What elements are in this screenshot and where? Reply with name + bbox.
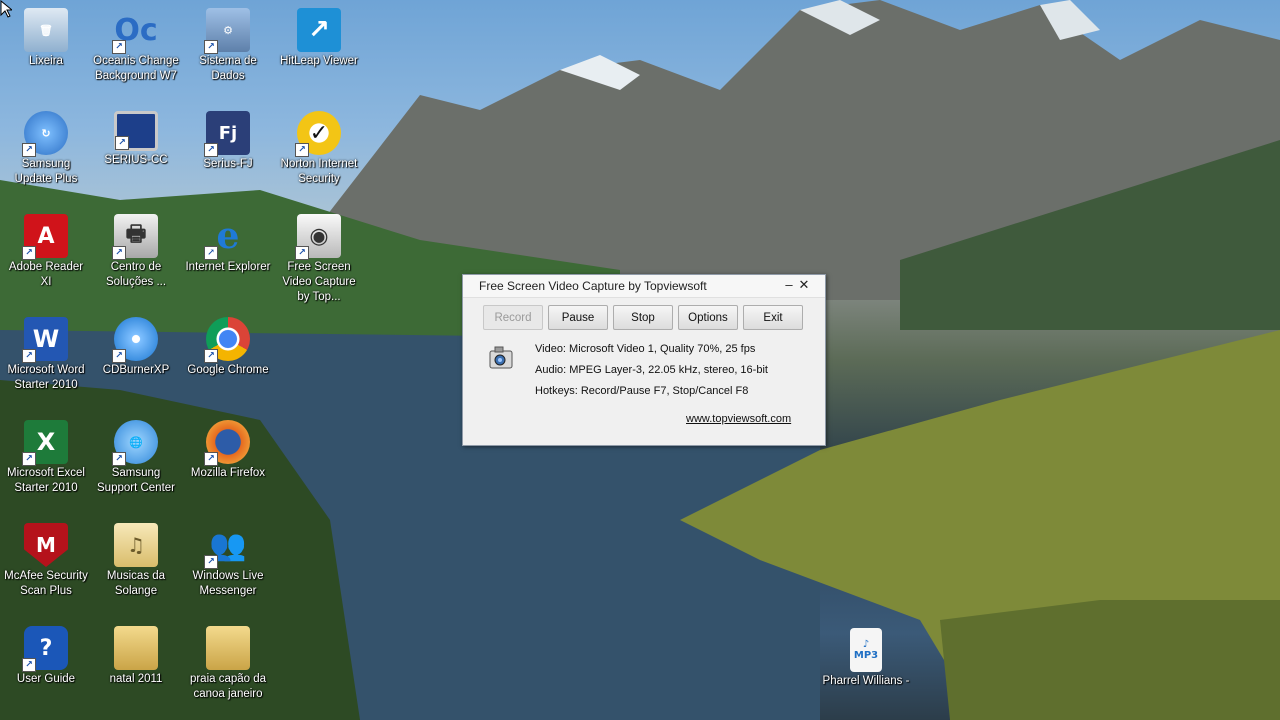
desktop-icon-hitleap[interactable]: ↗ HitLeap Viewer xyxy=(273,4,365,104)
record-button[interactable]: Record xyxy=(483,305,543,330)
adobe-reader-icon: A ↗ xyxy=(22,214,68,260)
icon-label: Sistema de Dados xyxy=(199,55,257,82)
options-button[interactable]: Options xyxy=(678,305,738,330)
desktop-icon-samsung-support[interactable]: 🌐 ↗ Samsung Support Center xyxy=(90,416,182,516)
desktop-icon-serius-cc[interactable]: ↗ SERIUS-CC xyxy=(90,107,182,207)
hotkeys-info: Hotkeys: Record/Pause F7, Stop/Cancel F8 xyxy=(535,385,749,397)
camera-icon xyxy=(487,345,515,371)
desktop: 🗑 Lixeira Oc ↗ Oceanis Change Background … xyxy=(0,0,1280,720)
icon-label: Centro de Soluções ... xyxy=(105,261,167,288)
desktop-icon-free-screen-video[interactable]: ◉ ↗ Free Screen Video Capture by Top... xyxy=(273,210,365,310)
website-link[interactable]: www.topviewsoft.com xyxy=(686,413,791,425)
desktop-icon-firefox[interactable]: ↗ Mozilla Firefox xyxy=(182,416,274,516)
desktop-icon-samsung-update[interactable]: ↻ ↗ Samsung Update Plus xyxy=(0,107,92,207)
stop-button[interactable]: Stop xyxy=(613,305,673,330)
desktop-icon-word[interactable]: W ↗ Microsoft Word Starter 2010 xyxy=(0,313,92,413)
mp3-file-icon: ♪ MP3 xyxy=(850,628,882,672)
chrome-icon: ↗ xyxy=(204,317,250,363)
hitleap-icon: ↗ xyxy=(297,8,341,52)
icon-label: SERIUS-CC xyxy=(104,154,168,166)
monitor-icon: ↗ xyxy=(114,111,158,151)
desktop-icon-serius-fj[interactable]: Fj ↗ Serius-FJ xyxy=(182,107,274,207)
desktop-icon-natal-2011[interactable]: natal 2011 xyxy=(90,622,182,720)
pause-button[interactable]: Pause xyxy=(548,305,608,330)
excel-icon: X ↗ xyxy=(22,420,68,466)
desktop-icon-google-chrome[interactable]: ↗ Google Chrome xyxy=(182,313,274,413)
desktop-icon-oceanis[interactable]: Oc ↗ Oceanis Change Background W7 xyxy=(90,4,182,104)
icon-label: HitLeap Viewer xyxy=(280,55,358,67)
desktop-icon-sistema-de-dados[interactable]: ⚙ ↗ Sistema de Dados xyxy=(182,4,274,104)
icon-label: Adobe Reader XI xyxy=(8,261,84,288)
close-button[interactable]: ✕ xyxy=(796,277,812,293)
icon-label: Windows Live Messenger xyxy=(192,570,264,597)
desktop-icon-praia-capao[interactable]: praia capão da canoa janeiro xyxy=(182,622,274,720)
desktop-icon-mcafee[interactable]: M McAfee Security Scan Plus xyxy=(0,519,92,619)
folder-icon xyxy=(206,626,250,670)
desktop-icon-adobe-reader[interactable]: A ↗ Adobe Reader XI xyxy=(0,210,92,310)
video-info: Video: Microsoft Video 1, Quality 70%, 2… xyxy=(535,343,756,355)
icon-label: Samsung Support Center xyxy=(97,467,175,494)
cd-burner-icon: ↗ xyxy=(112,317,158,363)
icon-label: Lixeira xyxy=(29,55,63,67)
icon-label: Samsung Update Plus xyxy=(14,158,78,185)
internet-explorer-icon: e ↗ xyxy=(204,214,250,260)
icon-label: natal 2011 xyxy=(109,673,163,685)
recycle-bin-icon: 🗑 xyxy=(24,8,68,52)
desktop-icon-internet-explorer[interactable]: e ↗ Internet Explorer xyxy=(182,210,274,310)
word-icon: W ↗ xyxy=(22,317,68,363)
desktop-icon-cdburnerxp[interactable]: ↗ CDBurnerXP xyxy=(90,313,182,413)
icon-label: Norton Internet Security xyxy=(280,158,358,185)
firefox-icon: ↗ xyxy=(204,420,250,466)
desktop-icon-musicas-solange[interactable]: ♫ Musicas da Solange xyxy=(90,519,182,619)
icon-label: CDBurnerXP xyxy=(102,364,170,376)
minimize-button[interactable]: – xyxy=(781,277,797,293)
icon-label: praia capão da canoa janeiro xyxy=(189,673,267,700)
mcafee-icon: M xyxy=(24,523,68,567)
printer-icon: 🖶 ↗ xyxy=(112,214,158,260)
icon-label: Serius-FJ xyxy=(203,158,253,170)
icon-label: McAfee Security Scan Plus xyxy=(4,570,88,597)
help-icon: ? ↗ xyxy=(22,626,68,672)
mouse-cursor-icon xyxy=(0,0,12,18)
music-folder-icon: ♫ xyxy=(114,523,158,567)
icon-label: Microsoft Excel Starter 2010 xyxy=(7,467,85,494)
icon-label: Mozilla Firefox xyxy=(190,467,266,479)
messenger-icon: 👥 ↗ xyxy=(204,523,250,569)
desktop-icon-lixeira[interactable]: 🗑 Lixeira xyxy=(0,4,92,104)
norton-icon: ✓ ↗ xyxy=(295,111,341,157)
desktop-icon-pharrel-willians[interactable]: ♪ MP3 Pharrel Willians - xyxy=(820,624,912,720)
samsung-update-icon: ↻ ↗ xyxy=(22,111,68,157)
camera-icon: ◉ ↗ xyxy=(295,214,341,260)
oceanis-icon: Oc ↗ xyxy=(112,8,158,54)
exit-button[interactable]: Exit xyxy=(743,305,803,330)
icon-label: Musicas da Solange xyxy=(106,570,166,597)
dialog-titlebar[interactable]: Free Screen Video Capture by Topviewsoft… xyxy=(463,275,825,298)
icon-label: Internet Explorer xyxy=(185,261,271,273)
desktop-icon-centro-solucoes[interactable]: 🖶 ↗ Centro de Soluções ... xyxy=(90,210,182,310)
icon-label: Pharrel Willians - xyxy=(822,675,910,687)
audio-info: Audio: MPEG Layer-3, 22.05 kHz, stereo, … xyxy=(535,364,768,376)
icon-label: User Guide xyxy=(16,673,76,685)
desktop-icon-windows-live-messenger[interactable]: 👥 ↗ Windows Live Messenger xyxy=(182,519,274,619)
capture-dialog: Free Screen Video Capture by Topviewsoft… xyxy=(462,274,826,446)
desktop-icon-norton[interactable]: ✓ ↗ Norton Internet Security xyxy=(273,107,365,207)
desktop-icon-user-guide[interactable]: ? ↗ User Guide xyxy=(0,622,92,720)
system-data-icon: ⚙ ↗ xyxy=(204,8,250,54)
icon-label: Microsoft Word Starter 2010 xyxy=(7,364,85,391)
desktop-icon-excel[interactable]: X ↗ Microsoft Excel Starter 2010 xyxy=(0,416,92,516)
icon-label: Oceanis Change Background W7 xyxy=(93,55,179,82)
dialog-title: Free Screen Video Capture by Topviewsoft xyxy=(479,279,707,293)
icon-label: Free Screen Video Capture by Top... xyxy=(282,261,356,303)
folder-icon xyxy=(114,626,158,670)
samsung-support-icon: 🌐 ↗ xyxy=(112,420,158,466)
icon-label: Google Chrome xyxy=(187,364,269,376)
serius-fj-icon: Fj ↗ xyxy=(204,111,250,157)
